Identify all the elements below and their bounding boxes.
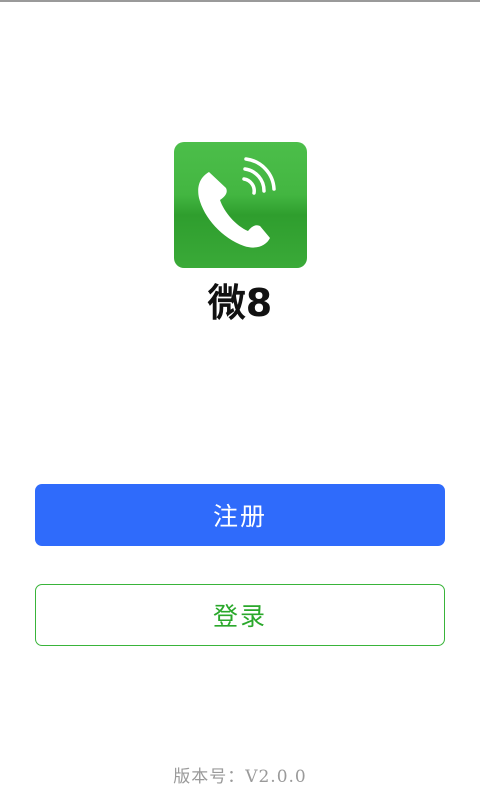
version-label: 版本号：V2.0.0 xyxy=(173,767,307,787)
phone-call-icon xyxy=(198,157,276,248)
login-button-label: 登录 xyxy=(212,602,267,631)
register-button[interactable]: 注册 xyxy=(35,484,445,546)
app-name: 微8 xyxy=(207,281,273,325)
app-logo xyxy=(174,142,307,268)
login-button[interactable]: 登录 xyxy=(35,584,445,646)
register-button-label: 注册 xyxy=(212,502,267,531)
top-divider xyxy=(0,0,480,2)
